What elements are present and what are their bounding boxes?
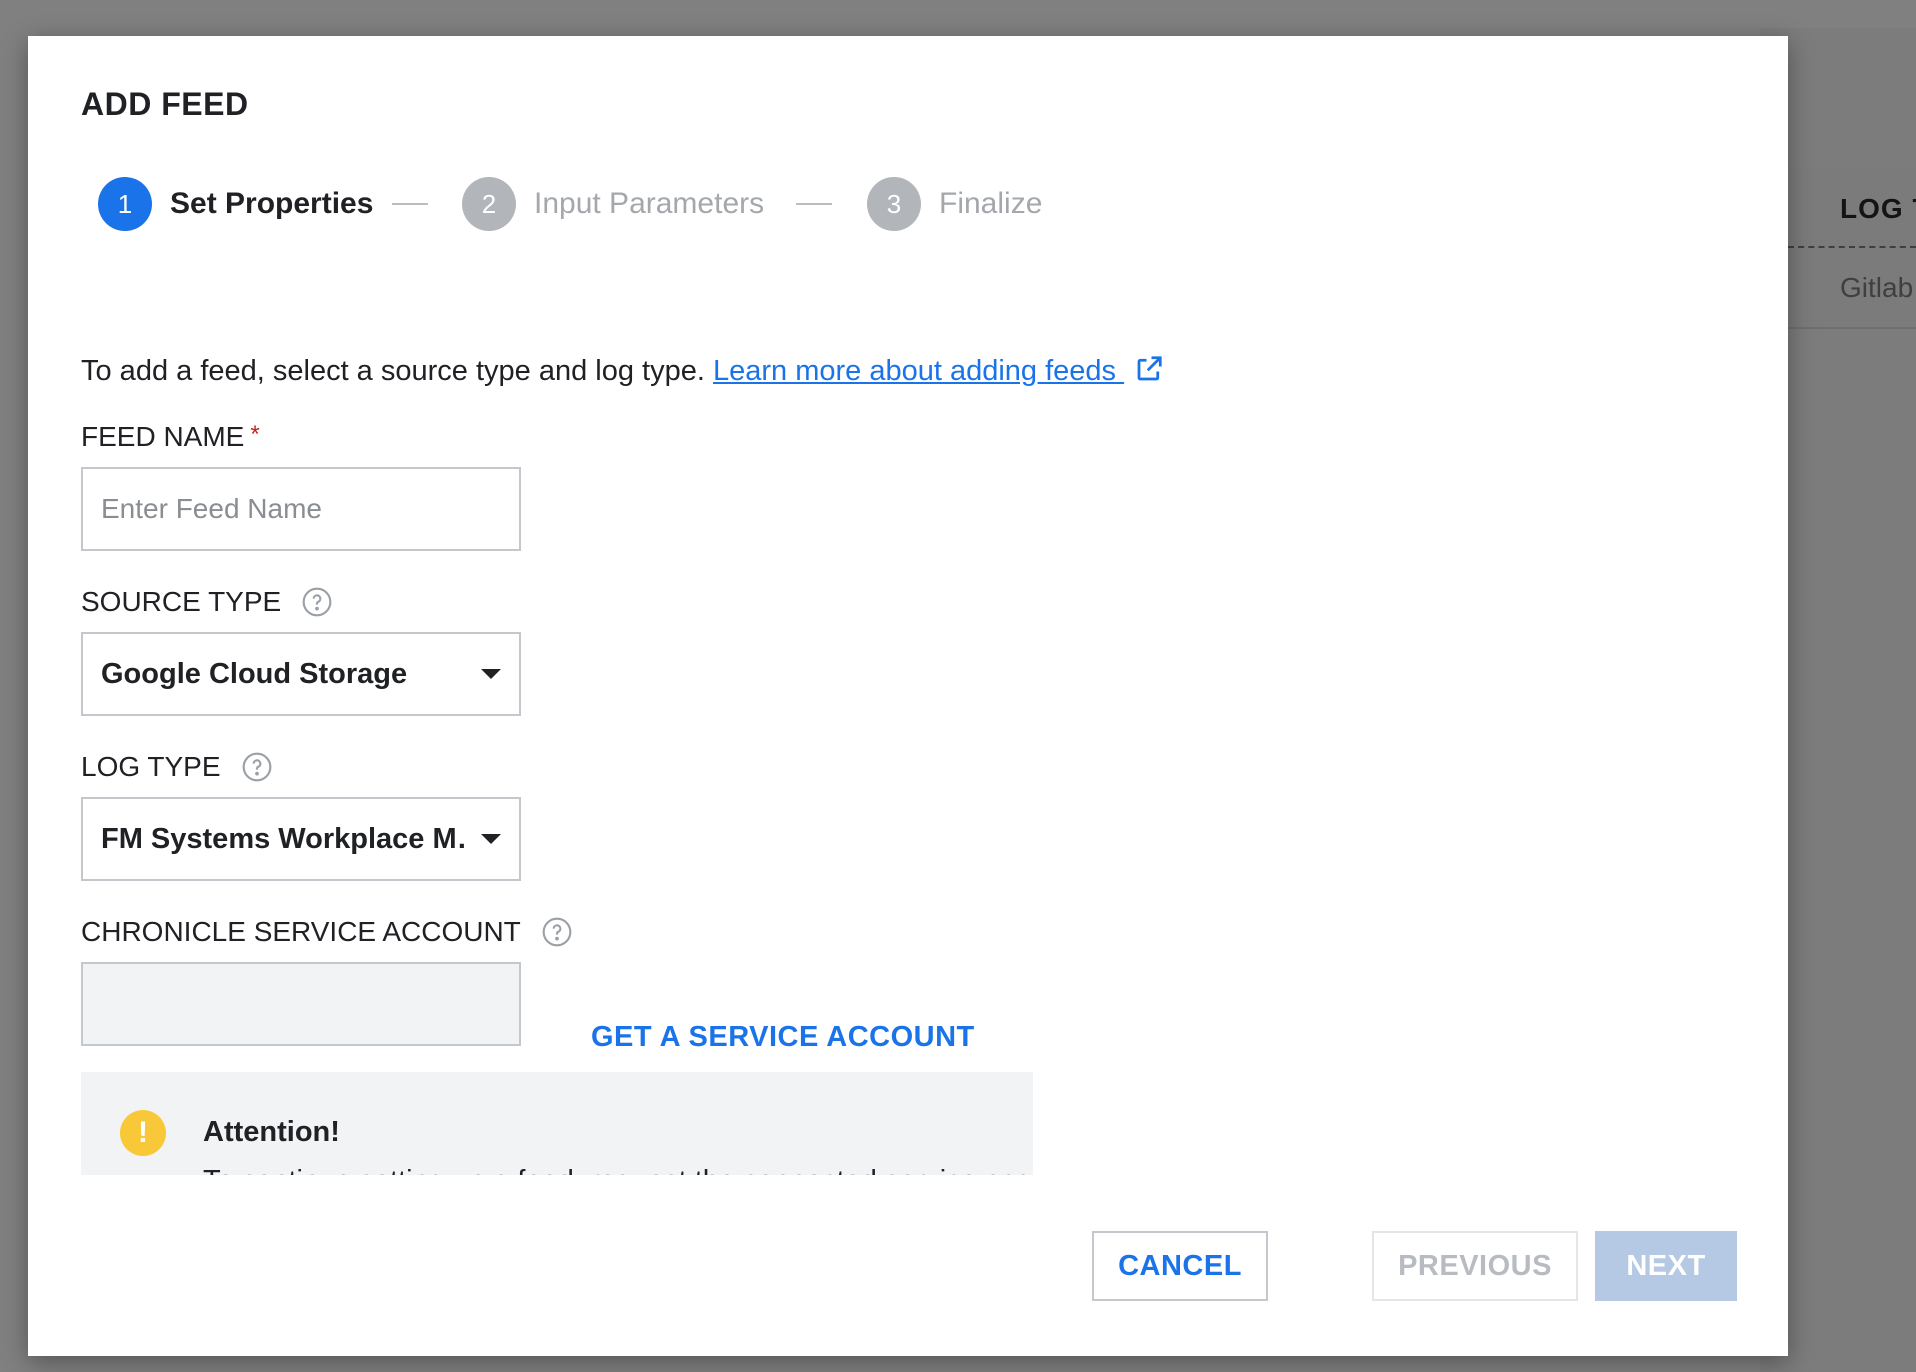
background-row-border (1788, 327, 1916, 329)
required-asterisk: * (250, 421, 260, 448)
chevron-down-icon (481, 834, 501, 844)
external-link-icon[interactable] (1134, 354, 1164, 392)
step-set-properties: 1 Set Properties (98, 176, 373, 232)
chevron-down-icon (481, 669, 501, 679)
feed-name-input[interactable] (81, 467, 521, 551)
attention-title: Attention! (203, 1116, 340, 1148)
intro-text: To add a feed, select a source type and … (81, 354, 1164, 392)
log-type-label-text: LOG TYPE (81, 751, 221, 782)
source-type-select[interactable]: Google Cloud Storage (81, 632, 521, 716)
service-account-label: CHRONICLE SERVICE ACCOUNT (81, 916, 573, 948)
step-label: Set Properties (170, 187, 374, 220)
attention-banner: ! Attention! To continue setting up a fe… (81, 1072, 1033, 1175)
source-type-label: SOURCE TYPE (81, 586, 333, 618)
step-input-parameters: 2 Input Parameters (462, 176, 764, 232)
source-type-value: Google Cloud Storage (101, 657, 408, 690)
background-table (1788, 167, 1916, 329)
help-circle-icon[interactable] (241, 751, 273, 783)
get-service-account-button[interactable]: GET A SERVICE ACCOUNT (591, 1021, 975, 1054)
service-account-label-text: CHRONICLE SERVICE ACCOUNT (81, 916, 521, 947)
cancel-button[interactable]: CANCEL (1092, 1231, 1268, 1301)
background-column-header: LOG T (1840, 193, 1916, 224)
attention-body: To continue setting up a feed, request t… (203, 1165, 1033, 1175)
step-label: Finalize (939, 187, 1043, 220)
background-divider (1788, 246, 1916, 248)
step-connector (796, 203, 832, 205)
step-number-badge: 3 (867, 177, 921, 231)
source-type-label-text: SOURCE TYPE (81, 586, 282, 617)
warning-icon: ! (120, 1110, 166, 1156)
feed-name-label: FEED NAME * (81, 421, 260, 453)
step-connector (392, 203, 428, 205)
step-label: Input Parameters (534, 187, 765, 220)
intro-description: To add a feed, select a source type and … (81, 355, 713, 387)
learn-more-label: Learn more about adding feeds (712, 355, 1125, 387)
previous-button[interactable]: PREVIOUS (1372, 1231, 1578, 1301)
log-type-select[interactable]: FM Systems Workplace M… (81, 797, 521, 881)
log-type-value: FM Systems Workplace M… (101, 822, 469, 855)
add-feed-dialog: ADD FEED 1 Set Properties 2 Input Parame… (28, 36, 1788, 1356)
learn-more-link[interactable]: Learn more about adding feeds (713, 355, 1124, 387)
step-number-badge: 2 (462, 177, 516, 231)
dialog-title: ADD FEED (81, 86, 249, 122)
background-table-cell: Gitlab (1840, 272, 1914, 303)
log-type-label: LOG TYPE (81, 751, 273, 783)
help-circle-icon[interactable] (541, 916, 573, 948)
step-finalize: 3 Finalize (867, 176, 1042, 232)
service-account-field (81, 962, 521, 1046)
step-number-badge: 1 (98, 177, 152, 231)
next-button[interactable]: NEXT (1595, 1231, 1737, 1301)
feed-name-label-text: FEED NAME (81, 421, 245, 452)
help-circle-icon[interactable] (301, 586, 333, 618)
